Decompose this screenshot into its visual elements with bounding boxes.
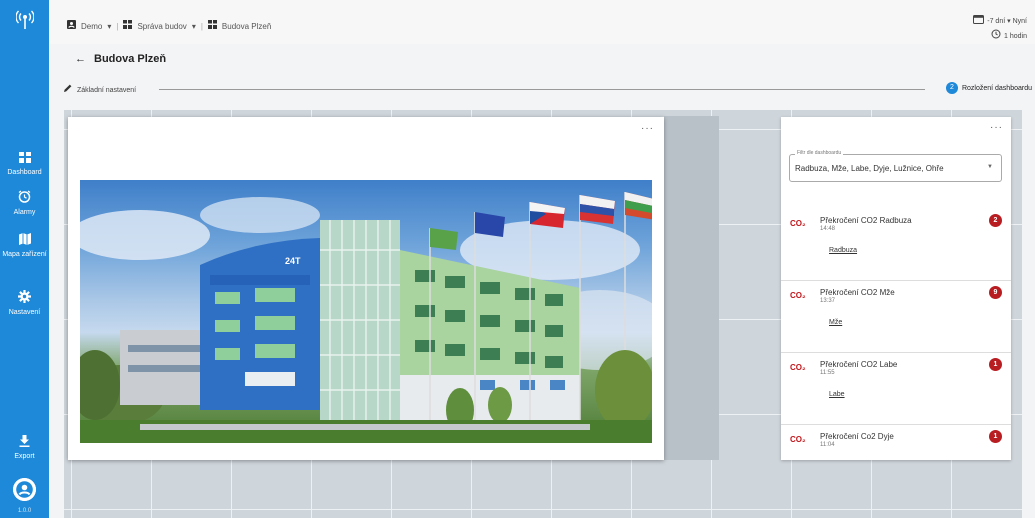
building-illustration: 24T (80, 192, 652, 443)
sidebar-item-label: Export (14, 453, 35, 460)
breadcrumb-separator: | (200, 21, 203, 31)
account-circle-icon[interactable] (13, 478, 36, 501)
sidebar-item-label: Dashboard (7, 169, 42, 176)
alarm-device-link[interactable]: Mže (829, 319, 842, 326)
sidebar-item-label: Alarmy (13, 209, 36, 216)
alarm-item[interactable]: CO₂ Překročení CO2 Radbuza 14:48 2 Radbu… (781, 209, 1011, 281)
co2-icon: CO₂ (790, 291, 806, 300)
breadcrumb-separator: | (116, 21, 119, 31)
alarm-device-link[interactable]: Labe (829, 391, 845, 398)
topbar: Demo ▾ | Správa budov ▾ | Budova Plzeň -… (49, 0, 1035, 44)
alarm-clock-icon (0, 190, 49, 206)
step-label: Základní nastavení (76, 87, 137, 94)
svg-text:24T: 24T (285, 256, 301, 266)
refresh-interval[interactable]: 1 hodin (1004, 33, 1027, 40)
refresh-clock-icon (991, 29, 1004, 42)
dashboard-icon (0, 150, 49, 166)
alarm-time: 14:48 (820, 226, 836, 232)
chevron-down-icon[interactable]: ▾ (1007, 18, 1011, 25)
account-box-icon (67, 20, 76, 32)
dashboard-icon (207, 20, 217, 32)
more-menu-icon[interactable]: ··· (990, 122, 1003, 133)
alarm-title: Překročení Co2 Dyje (820, 432, 894, 441)
co2-icon: CO₂ (790, 363, 806, 372)
sidebar-item-export[interactable]: Export (0, 434, 49, 461)
step-connector (159, 89, 925, 90)
time-range-value[interactable]: -7 dní (987, 18, 1005, 25)
sidebar-item-settings[interactable]: Nastavení (0, 290, 49, 317)
alarm-item[interactable]: CO₂ Překročení Co2 Dyje 11:04 1 (781, 425, 1011, 460)
alarm-count-badge: 2 (989, 214, 1002, 227)
app-version: 1.0.0 (17, 508, 32, 514)
antenna-icon[interactable] (0, 10, 49, 36)
filter-label: Filtr dle dashboardu (795, 150, 844, 156)
co2-icon: CO₂ (790, 435, 806, 444)
step-dashboard-layout[interactable]: 2 Rozložení dashboardu (945, 82, 1032, 94)
breadcrumb-item-building-management[interactable]: Správa budov (137, 22, 186, 31)
image-widget[interactable]: ··· 24T (68, 117, 664, 460)
breadcrumb-item-demo[interactable]: Demo (81, 22, 102, 31)
time-range-control[interactable]: -7 dní ▾ Nyní 1 hodin (973, 14, 1027, 44)
map-icon (0, 232, 49, 248)
dashboard-icon (123, 20, 133, 32)
alarm-count-badge: 1 (989, 430, 1002, 443)
page-title-text: Budova Plzeň (94, 53, 167, 65)
alarm-time: 11:55 (820, 370, 835, 376)
alarm-device-link[interactable]: Radbuza (829, 247, 857, 254)
filter-value: Radbuza, Mže, Labe, Dyje, Lužnice, Ohře (795, 164, 944, 173)
breadcrumb-item-building[interactable]: Budova Plzeň (222, 22, 271, 31)
alarm-count-badge: 1 (989, 358, 1002, 371)
co2-icon: CO₂ (790, 219, 806, 228)
dashboard-filter-select[interactable]: Filtr dle dashboardu Radbuza, Mže, Labe,… (789, 150, 1002, 182)
alarm-time: 11:04 (820, 442, 835, 448)
alarm-item[interactable]: CO₂ Překročení CO2 Mže 13:37 9 Mže (781, 281, 1011, 353)
time-anchor[interactable]: Nyní (1013, 18, 1027, 25)
alarm-item[interactable]: CO₂ Překročení CO2 Labe 11:55 1 Labe (781, 353, 1011, 425)
stepper: Základní nastavení 2 Rozložení dashboard… (64, 82, 1032, 96)
alarm-time: 13:37 (820, 298, 836, 304)
sidebar-item-label: Nastavení (8, 309, 41, 316)
alarm-title: Překročení CO2 Labe (820, 360, 898, 369)
sidebar-item-device-map[interactable]: Mapa zařízení (0, 232, 49, 259)
sidebar-item-dashboard[interactable]: Dashboard (0, 150, 49, 177)
gear-icon (0, 290, 49, 306)
alarm-widget[interactable]: ··· Filtr dle dashboardu Radbuza, Mže, L… (781, 117, 1011, 460)
back-arrow-icon[interactable]: ← (75, 53, 86, 65)
more-menu-icon[interactable]: ··· (641, 123, 654, 134)
alarm-title: Překročení CO2 Radbuza (820, 216, 912, 225)
sidebar-item-label: Mapa zařízení (2, 251, 47, 258)
calendar-icon (973, 15, 987, 27)
download-icon (0, 434, 49, 450)
drop-placeholder (664, 116, 719, 460)
page-title: ← Budova Plzeň (75, 53, 166, 65)
chevron-down-icon[interactable]: ▼ (987, 164, 993, 170)
step-number: 2 (945, 82, 958, 94)
building-photo: 24T (80, 180, 652, 443)
chevron-down-icon[interactable]: ▾ (107, 22, 111, 31)
pencil-icon (64, 84, 74, 94)
step-basic-settings[interactable]: Základní nastavení (64, 84, 136, 94)
sidebar: Dashboard Alarmy Mapa zařízení Nastavení… (0, 0, 49, 518)
alarm-title: Překročení CO2 Mže (820, 288, 895, 297)
step-label: Rozložení dashboardu (961, 84, 1032, 92)
sidebar-item-alarms[interactable]: Alarmy (0, 190, 49, 217)
breadcrumb: Demo ▾ | Správa budov ▾ | Budova Plzeň (67, 20, 271, 32)
chevron-down-icon[interactable]: ▾ (192, 22, 196, 31)
alarm-count-badge: 9 (989, 286, 1002, 299)
